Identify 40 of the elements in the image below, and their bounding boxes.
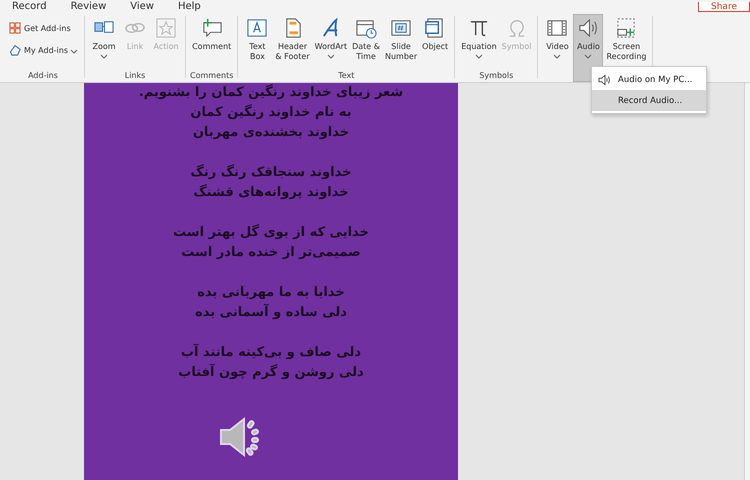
ribbon-command[interactable]: Audio (573, 14, 604, 82)
screen-capture-icon (615, 17, 638, 39)
text-box-icon (246, 17, 268, 39)
ribbon-command[interactable]: Text Box (242, 14, 272, 70)
ribbon-command[interactable]: Slide Number (383, 14, 420, 70)
ribbon-command[interactable]: My Add-ins (6, 40, 80, 60)
poem-line: دلی روشن و گرم چون آفتاب (178, 363, 364, 382)
ribbon-command[interactable]: Equation (459, 14, 499, 70)
poem-line: خدایا به ما مهربانی بده (197, 284, 345, 302)
ribbon-command[interactable]: Object (420, 14, 450, 70)
ribbon-command[interactable]: Video (542, 14, 572, 82)
poem-line: دلی ساده و آسمانی بده (195, 303, 347, 322)
shape-icon (8, 43, 22, 57)
ribbon-command[interactable]: Comment (190, 14, 234, 70)
ribbon-command[interactable]: WordArt (312, 14, 350, 70)
speaker-icon (577, 17, 600, 39)
comment-icon (200, 17, 223, 39)
poem-line: به نام خداوند رنگین کمان (190, 103, 352, 122)
group-label: Add-ins (28, 70, 58, 82)
ribbon-command[interactable]: Header & Footer (273, 14, 312, 70)
ribbon-command[interactable]: Get Add-ins (6, 18, 80, 38)
group-label: Comments (190, 70, 234, 82)
ribbon-command[interactable]: Date & Time (350, 14, 382, 70)
ribbon-tab[interactable]: View (118, 2, 166, 12)
poem-line: صمیمی‌تر از خنده مادر است (181, 244, 361, 262)
poem-line: خداوند سنجاقک رنگ رنگ (190, 163, 352, 182)
poem-line: خداوند بخشنده‌ی مهربان (192, 124, 350, 142)
group-label: Text (338, 70, 354, 82)
poem-line: شعر زیبای خداوند رنگین کمان را بشنویم. (138, 83, 404, 102)
menu-item[interactable]: Record Audio... (592, 90, 706, 111)
group-label: Links (124, 70, 146, 82)
group-label: Symbols (479, 70, 514, 82)
ribbon-tab[interactable]: Review (58, 2, 118, 12)
share-button[interactable]: Share (698, 2, 750, 12)
ribbon-tab[interactable]: Help (166, 2, 213, 12)
ribbon-command[interactable]: Zoom (89, 14, 120, 70)
poem-line: دلی صاف و بی‌کینه مانند آب (180, 343, 362, 362)
poem-line: خدایی که از بوی گل بهتر است (173, 223, 369, 242)
ribbon-tab[interactable]: Record (0, 2, 59, 12)
poem-line: خداوند پروانه‌های قشنگ (193, 183, 349, 202)
